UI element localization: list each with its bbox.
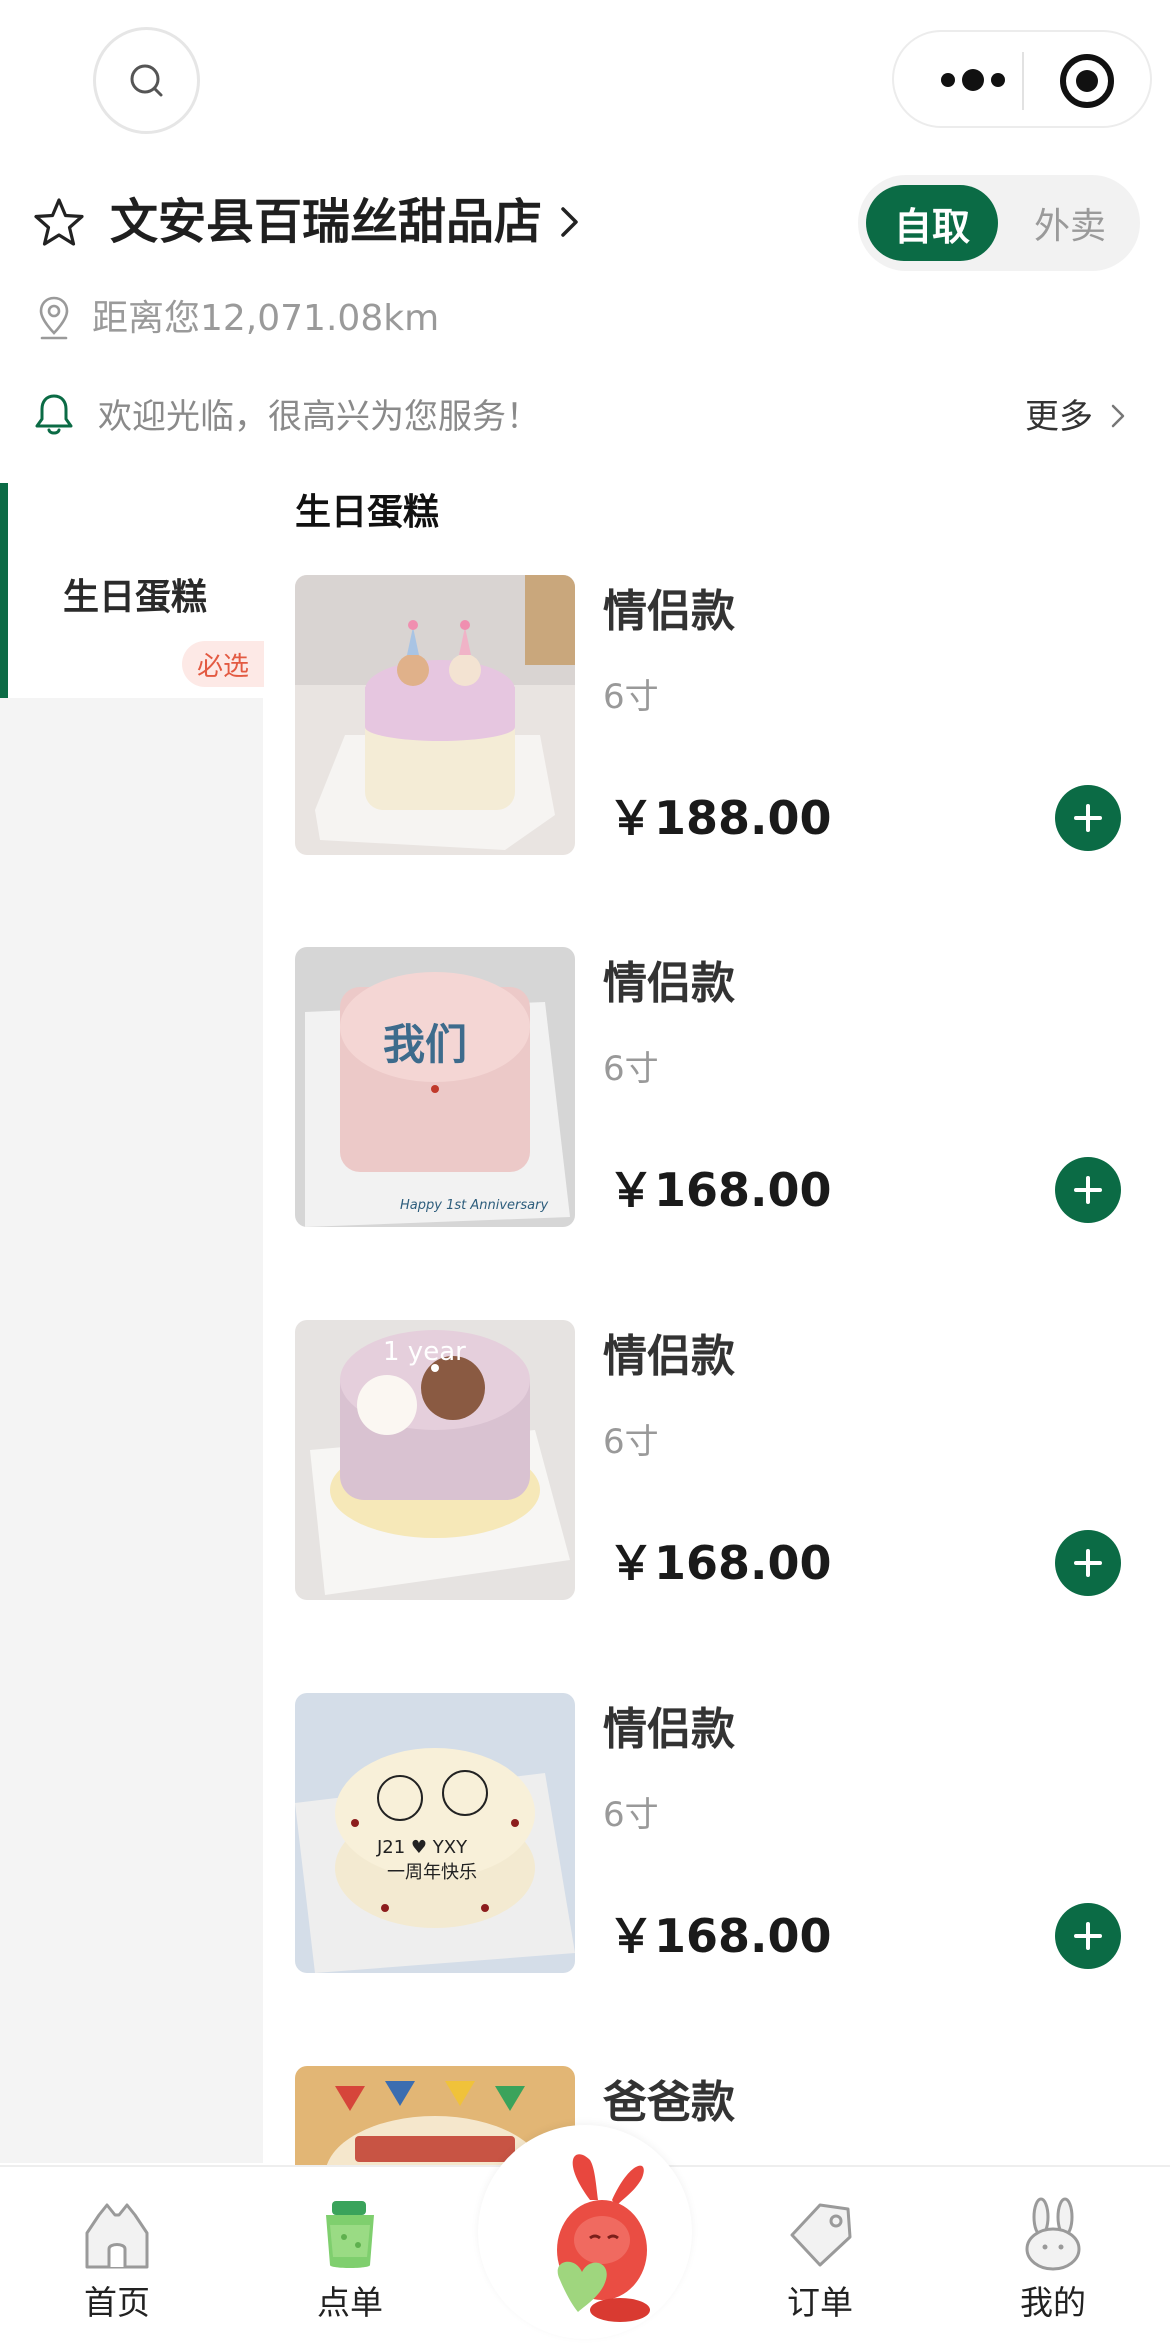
- welcome-notice: 欢迎光临，很高兴为您服务！: [98, 397, 540, 437]
- svg-text:J21 ♥ YXY: J21 ♥ YXY: [376, 1837, 468, 1858]
- product-card[interactable]: 爸爸款: [263, 2066, 1170, 2165]
- add-to-cart-button[interactable]: [1055, 1903, 1121, 1969]
- product-name: 情侣款: [603, 1331, 735, 1382]
- product-image[interactable]: 1 year: [295, 1320, 575, 1600]
- store-distance: 距离您12,071.08km: [92, 298, 440, 339]
- tab-label: 订单: [787, 2283, 853, 2322]
- product-name: 情侣款: [603, 586, 735, 637]
- add-to-cart-button[interactable]: [1055, 1157, 1121, 1223]
- svg-text:一周年快乐: 一周年快乐: [387, 1862, 477, 1883]
- svg-text:Happy 1st Anniversary: Happy 1st Anniversary: [400, 1198, 548, 1213]
- capsule-divider: [1022, 52, 1024, 110]
- product-name: 爸爸款: [603, 2077, 735, 2128]
- category-sidebar: 生日蛋糕 必选: [0, 483, 264, 2163]
- product-size: 6寸: [603, 1422, 659, 1462]
- miniapp-capsule: [892, 30, 1152, 128]
- product-size: 6寸: [603, 677, 659, 717]
- add-to-cart-button[interactable]: [1055, 785, 1121, 851]
- search-icon: [130, 64, 162, 96]
- search-button[interactable]: [93, 27, 200, 134]
- chevron-right-icon[interactable]: [1110, 403, 1126, 429]
- product-card[interactable]: 1 year 情侣款 6寸 ￥168.00: [263, 1320, 1170, 1620]
- bell-icon: [35, 394, 73, 435]
- more-dots-icon[interactable]: [928, 65, 1018, 95]
- product-card[interactable]: 情侣款 6寸 ￥188.00: [263, 575, 1170, 875]
- close-miniapp-icon[interactable]: [1060, 54, 1114, 108]
- house-icon: [85, 2203, 149, 2269]
- pickup-tab[interactable]: 自取: [866, 185, 998, 261]
- store-name[interactable]: 文安县百瑞丝甜品店: [110, 192, 542, 252]
- order-mode-toggle: 自取 外卖: [858, 175, 1140, 271]
- product-price: ￥168.00: [608, 1163, 832, 1217]
- product-size: 6寸: [603, 1049, 659, 1089]
- delivery-tab[interactable]: 外卖: [1010, 185, 1130, 261]
- product-image[interactable]: 我们 Happy 1st Anniversary: [295, 947, 575, 1227]
- add-to-cart-button[interactable]: [1055, 1530, 1121, 1596]
- tab-home[interactable]: 首页: [17, 2167, 217, 2346]
- svg-text:我们: 我们: [383, 1020, 467, 1069]
- product-image[interactable]: [295, 575, 575, 855]
- product-image[interactable]: J21 ♥ YXY 一周年快乐: [295, 1693, 575, 1973]
- tab-order[interactable]: 点单: [250, 2167, 450, 2346]
- mascot-icon[interactable]: [520, 2140, 670, 2330]
- product-card[interactable]: 我们 Happy 1st Anniversary 情侣款 6寸 ￥168.00: [263, 947, 1170, 1247]
- tab-label: 首页: [84, 2283, 150, 2322]
- tab-orders[interactable]: 订单: [720, 2167, 920, 2346]
- product-card[interactable]: J21 ♥ YXY 一周年快乐 情侣款 6寸 ￥168.00: [263, 1693, 1170, 1993]
- product-name: 情侣款: [603, 1704, 735, 1755]
- sidebar-item-label: 生日蛋糕: [62, 577, 207, 618]
- tab-label: 点单: [317, 2283, 383, 2322]
- tab-profile[interactable]: 我的: [953, 2167, 1153, 2346]
- chevron-right-icon[interactable]: [558, 204, 582, 240]
- svg-text:1 year: 1 year: [383, 1337, 466, 1367]
- product-name: 情侣款: [603, 958, 735, 1009]
- cup-icon: [326, 2201, 374, 2268]
- more-link[interactable]: 更多: [1025, 395, 1093, 439]
- favorite-star-icon[interactable]: [32, 196, 86, 250]
- tab-label: 我的: [1020, 2283, 1086, 2322]
- location-pin-icon: [39, 296, 69, 340]
- product-price: ￥168.00: [608, 1909, 832, 1963]
- product-price: ￥168.00: [608, 1536, 832, 1590]
- sidebar-item-birthday-cake[interactable]: 生日蛋糕 必选: [0, 483, 264, 698]
- product-price: ￥188.00: [608, 791, 832, 845]
- product-size: 6寸: [603, 1795, 659, 1835]
- required-badge: 必选: [182, 641, 264, 687]
- tag-icon: [790, 2203, 852, 2267]
- section-title: 生日蛋糕: [295, 492, 440, 533]
- rabbit-icon: [1025, 2197, 1081, 2271]
